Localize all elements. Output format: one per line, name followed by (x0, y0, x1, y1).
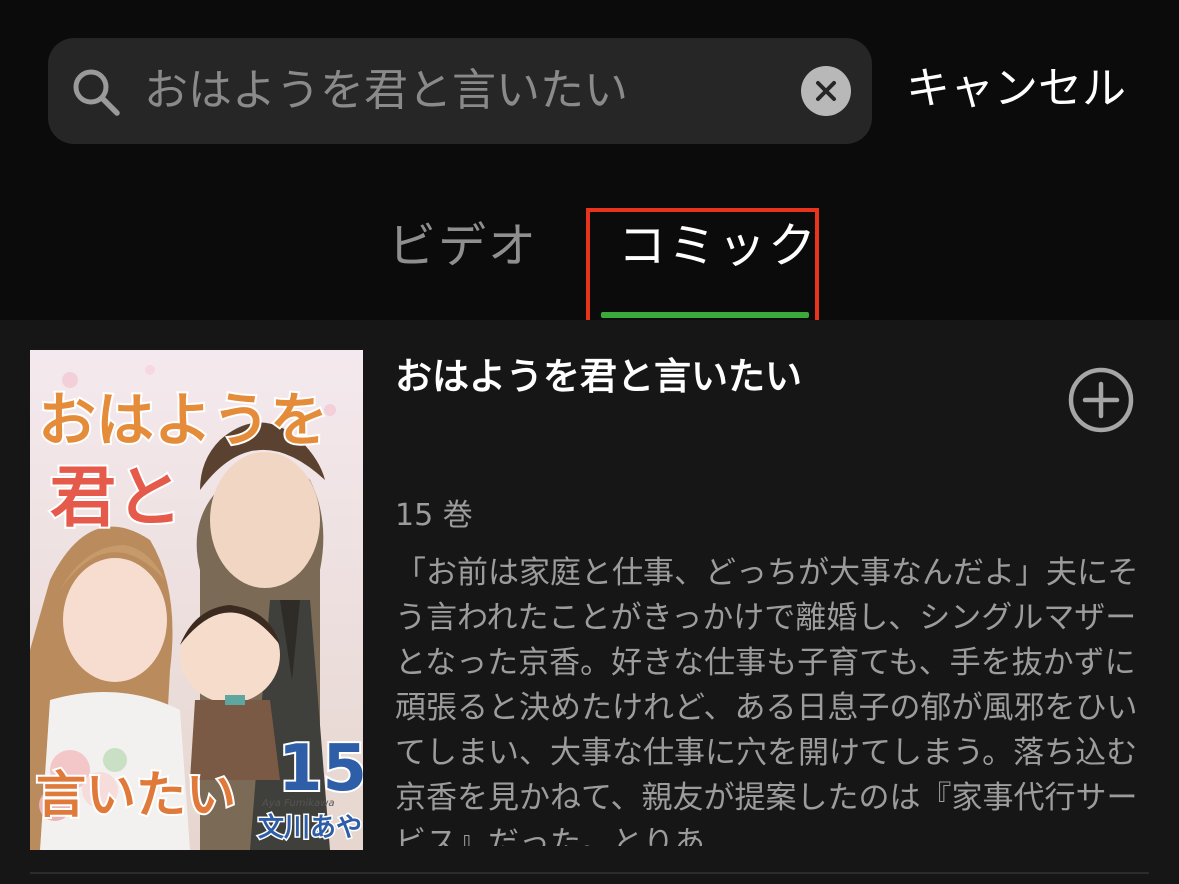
divider (30, 872, 1149, 874)
cover-illustration: おはようを 君と 言いたい 15 Aya Fumikawa 文川あや (30, 350, 363, 850)
tab-video[interactable]: ビデオ (388, 214, 538, 278)
clear-search-button[interactable] (801, 66, 851, 116)
search-input[interactable] (144, 62, 784, 120)
plus-circle-icon[interactable] (1067, 366, 1135, 434)
volume-count: 15 巻 (395, 498, 473, 533)
cover-title-line1: おはようを (38, 386, 328, 454)
search-icon (73, 69, 120, 116)
cover-title-line2: 君と (50, 459, 182, 536)
cover-title-line3: 言いたい (36, 766, 236, 824)
cover-author: 文川あや (258, 812, 362, 843)
clear-icon (816, 81, 836, 101)
comic-description: 「お前は家庭と仕事、どっちが大事なんだよ」夫にそう言われたことがきっかけで離婚し… (395, 555, 1139, 846)
cancel-button[interactable]: キャンセル (906, 58, 1126, 120)
comic-title[interactable]: おはようを君と言いたい (395, 352, 955, 402)
comic-cover-image[interactable]: おはようを 君と 言いたい 15 Aya Fumikawa 文川あや (30, 350, 363, 850)
highlight-annotation-box (586, 208, 819, 328)
cover-author-romaji: Aya Fumikawa (261, 798, 335, 809)
cover-volume-number: 15 (278, 732, 363, 806)
